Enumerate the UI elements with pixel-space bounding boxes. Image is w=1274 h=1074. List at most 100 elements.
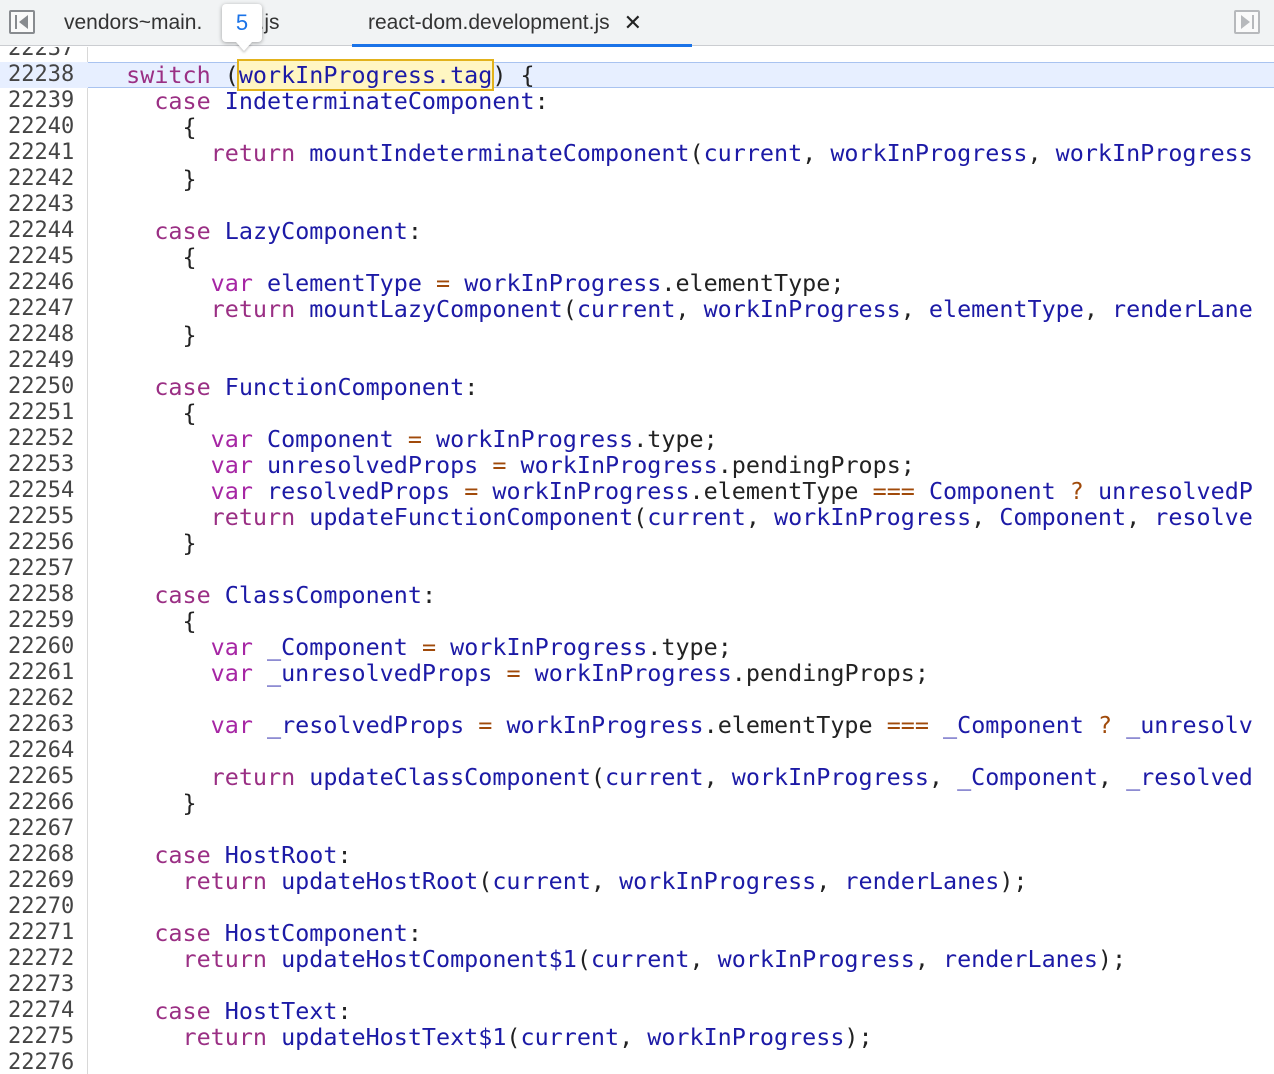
code-token: var bbox=[210, 269, 253, 297]
line-number[interactable]: 22245 bbox=[8, 244, 74, 270]
toggle-navigator-button[interactable] bbox=[8, 9, 36, 35]
toggle-debugger-button[interactable] bbox=[1233, 9, 1261, 35]
code-line[interactable]: 22271 case HostComponent: bbox=[0, 920, 1274, 946]
code-line[interactable]: 22237 bbox=[0, 47, 1274, 62]
line-number[interactable]: 22268 bbox=[8, 842, 74, 868]
code-line[interactable]: 22244 case LazyComponent: bbox=[0, 218, 1274, 244]
code-line[interactable]: 22243 bbox=[0, 192, 1274, 218]
line-number[interactable]: 22248 bbox=[8, 322, 74, 348]
code-line[interactable]: 22262 bbox=[0, 686, 1274, 712]
line-number[interactable]: 22275 bbox=[8, 1024, 74, 1050]
line-number[interactable]: 22252 bbox=[8, 426, 74, 452]
code-line[interactable]: 22247 return mountLazyComponent(current,… bbox=[0, 296, 1274, 322]
line-number[interactable]: 22253 bbox=[8, 452, 74, 478]
code-line[interactable]: 22241 return mountIndeterminateComponent… bbox=[0, 140, 1274, 166]
code-line[interactable]: 22274 case HostText: bbox=[0, 998, 1274, 1024]
line-number[interactable]: 22264 bbox=[8, 738, 74, 764]
line-number[interactable]: 22272 bbox=[8, 946, 74, 972]
line-number[interactable]: 22251 bbox=[8, 400, 74, 426]
line-number[interactable]: 22247 bbox=[8, 296, 74, 322]
line-number[interactable]: 22262 bbox=[8, 686, 74, 712]
line-number[interactable]: 22269 bbox=[8, 868, 74, 894]
code-line[interactable]: 22252 var Component = workInProgress.typ… bbox=[0, 426, 1274, 452]
code-line[interactable]: 22258 case ClassComponent: bbox=[0, 582, 1274, 608]
line-number[interactable]: 22256 bbox=[8, 530, 74, 556]
line-number[interactable]: 22267 bbox=[8, 816, 74, 842]
line-number[interactable]: 22276 bbox=[8, 1050, 74, 1074]
line-number[interactable]: 22241 bbox=[8, 140, 74, 166]
code-token: .pendingProps; bbox=[731, 659, 929, 687]
code-line[interactable]: 22250 case FunctionComponent: bbox=[0, 374, 1274, 400]
tab-react-dom-development[interactable]: react-dom.development.js ✕ bbox=[352, 0, 692, 47]
line-number[interactable]: 22250 bbox=[8, 374, 74, 400]
line-number[interactable]: 22260 bbox=[8, 634, 74, 660]
code-token: _Component bbox=[943, 711, 1084, 739]
code-line[interactable]: 22273 bbox=[0, 972, 1274, 998]
highlighted-expression[interactable]: workInProgress.tag bbox=[236, 59, 495, 91]
code-token: Component bbox=[928, 477, 1056, 505]
code-line[interactable]: 22248 } bbox=[0, 322, 1274, 348]
line-number[interactable]: 22242 bbox=[8, 166, 74, 192]
code-line[interactable]: 22256 } bbox=[0, 530, 1274, 556]
code-line[interactable]: 22263 var _resolvedProps = workInProgres… bbox=[0, 712, 1274, 738]
code-token: ( bbox=[689, 139, 704, 167]
code-line[interactable]: 22267 bbox=[0, 816, 1274, 842]
code-line[interactable]: 22257 bbox=[0, 556, 1274, 582]
line-number[interactable]: 22259 bbox=[8, 608, 74, 634]
close-icon[interactable]: ✕ bbox=[624, 12, 642, 34]
code-line[interactable]: 22266 } bbox=[0, 790, 1274, 816]
code-token: = bbox=[492, 451, 507, 479]
line-number[interactable]: 22258 bbox=[8, 582, 74, 608]
code-text: { bbox=[98, 608, 196, 634]
code-token: var bbox=[210, 633, 253, 661]
line-number[interactable]: 22246 bbox=[8, 270, 74, 296]
code-editor[interactable]: 22237 22238 switch (workInProgress.tag) {… bbox=[0, 47, 1274, 1074]
line-number[interactable]: 22266 bbox=[8, 790, 74, 816]
code-line[interactable]: 22275 return updateHostText$1(current, w… bbox=[0, 1024, 1274, 1050]
code-line-current[interactable]: 22238 switch (workInProgress.tag) { bbox=[0, 59, 1274, 91]
line-number[interactable]: 22263 bbox=[8, 712, 74, 738]
code-line[interactable]: 22270 bbox=[0, 894, 1274, 920]
code-line[interactable]: 22264 bbox=[0, 738, 1274, 764]
line-number[interactable]: 22261 bbox=[8, 660, 74, 686]
line-number[interactable]: 22240 bbox=[8, 114, 74, 140]
code-token: } bbox=[98, 321, 197, 349]
code-line[interactable]: 22269 return updateHostRoot(current, wor… bbox=[0, 868, 1274, 894]
code-line[interactable]: 22276 bbox=[0, 1050, 1274, 1074]
code-line[interactable]: 22246 var elementType = workInProgress.e… bbox=[0, 270, 1274, 296]
code-line[interactable]: 22265 return updateClassComponent(curren… bbox=[0, 764, 1274, 790]
code-line[interactable]: 22249 bbox=[0, 348, 1274, 374]
code-token: ); bbox=[999, 867, 1028, 895]
line-number[interactable]: 22249 bbox=[8, 348, 74, 374]
line-number[interactable]: 22255 bbox=[8, 504, 74, 530]
line-number[interactable]: 22270 bbox=[8, 894, 74, 920]
line-number[interactable]: 22271 bbox=[8, 920, 74, 946]
line-number[interactable]: 22273 bbox=[8, 972, 74, 998]
code-line[interactable]: 22245 { bbox=[0, 244, 1274, 270]
code-line[interactable]: 22251 { bbox=[0, 400, 1274, 426]
line-number[interactable]: 22237 bbox=[8, 47, 74, 62]
code-line[interactable]: 22259 { bbox=[0, 608, 1274, 634]
line-number[interactable]: 22244 bbox=[8, 218, 74, 244]
code-line[interactable]: 22254 var resolvedProps = workInProgress… bbox=[0, 478, 1274, 504]
line-number[interactable]: 22238 bbox=[8, 62, 74, 88]
code-line[interactable]: 22261 var _unresolvedProps = workInProgr… bbox=[0, 660, 1274, 686]
code-line[interactable]: 22240 { bbox=[0, 114, 1274, 140]
line-number[interactable]: 22274 bbox=[8, 998, 74, 1024]
value-tooltip: 5 bbox=[222, 4, 262, 42]
code-line[interactable]: 22239 case IndeterminateComponent: bbox=[0, 88, 1274, 114]
code-line[interactable]: 22260 var _Component = workInProgress.ty… bbox=[0, 634, 1274, 660]
line-number[interactable]: 22254 bbox=[8, 478, 74, 504]
code-line[interactable]: 22268 case HostRoot: bbox=[0, 842, 1274, 868]
line-number[interactable]: 22265 bbox=[8, 764, 74, 790]
line-number[interactable]: 22257 bbox=[8, 556, 74, 582]
code-line[interactable]: 22253 var unresolvedProps = workInProgre… bbox=[0, 452, 1274, 478]
line-number[interactable]: 22243 bbox=[8, 192, 74, 218]
code-line[interactable]: 22272 return updateHostComponent$1(curre… bbox=[0, 946, 1274, 972]
tab-vendors-main[interactable]: vendors~main.nk.js bbox=[50, 0, 340, 46]
code-line[interactable]: 22242 } bbox=[0, 166, 1274, 192]
code-line[interactable]: 22255 return updateFunctionComponent(cur… bbox=[0, 504, 1274, 530]
line-number[interactable]: 22239 bbox=[8, 88, 74, 114]
